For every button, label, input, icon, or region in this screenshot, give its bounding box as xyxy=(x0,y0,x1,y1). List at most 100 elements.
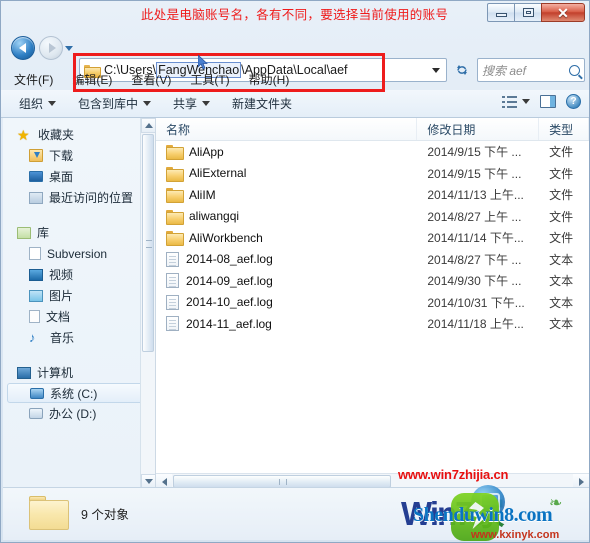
close-button[interactable]: ✕ xyxy=(541,3,585,22)
text-file-icon xyxy=(166,273,179,289)
sidebar-label: 最近访问的位置 xyxy=(49,191,134,205)
scrollbar-thumb[interactable] xyxy=(142,134,154,352)
menu-item-help[interactable]: 帮助(H) xyxy=(246,70,293,89)
video-icon xyxy=(29,268,43,281)
minimize-button[interactable] xyxy=(487,3,515,22)
sidebar-scrollbar[interactable] xyxy=(140,118,155,489)
file-name: AliApp xyxy=(189,144,224,159)
column-header-date[interactable]: 修改日期 xyxy=(417,118,540,140)
folder-icon xyxy=(166,231,184,247)
file-date-cell: 2014/11/14 下午... xyxy=(427,231,524,246)
annotation-text: 此处是电脑账号名，各有不同，要选择当前使用的账号 xyxy=(141,7,449,22)
include-in-library-button[interactable]: 包含到库中 xyxy=(78,95,152,112)
sidebar-header-libraries[interactable]: 库 xyxy=(3,222,155,243)
preview-pane-button[interactable] xyxy=(540,95,556,108)
file-type-cell: 文件 xyxy=(549,166,574,181)
file-name: aliwangqi xyxy=(189,209,240,224)
table-row[interactable]: AliExternal 2014/9/15 下午 ... 文件 xyxy=(156,163,589,185)
organize-label: 组织 xyxy=(19,97,44,111)
sidebar-item-downloads[interactable]: 下载 xyxy=(3,145,155,166)
sidebar-item-pictures[interactable]: 图片 xyxy=(3,285,155,306)
text-file-icon xyxy=(166,316,179,332)
file-type-cell: 文件 xyxy=(549,145,574,160)
forward-arrow-icon xyxy=(48,43,56,53)
table-row[interactable]: AliWorkbench 2014/11/14 下午... 文件 xyxy=(156,227,589,249)
file-date-cell: 2014/8/27 下午 ... xyxy=(427,252,522,267)
column-header-type[interactable]: 类型 xyxy=(539,118,589,140)
table-row[interactable]: AliIM 2014/11/13 上午... 文件 xyxy=(156,184,589,206)
sidebar-item-subversion[interactable]: Subversion xyxy=(3,243,155,264)
watermark-url-top: www.win7zhijia.cn xyxy=(398,467,509,482)
status-folder-icon xyxy=(29,496,69,530)
file-date-cell: 2014/9/15 下午 ... xyxy=(427,145,522,160)
chevron-right-icon xyxy=(578,477,584,486)
file-type-cell: 文件 xyxy=(549,231,574,246)
menu-item-view[interactable]: 查看(V) xyxy=(128,70,174,89)
mouse-cursor-icon xyxy=(198,55,208,70)
sidebar-item-drive-c[interactable]: 系统 (C:) xyxy=(7,383,151,403)
close-icon: ✕ xyxy=(557,4,569,21)
picture-icon xyxy=(29,289,43,302)
menu-item-file[interactable]: 文件(F) xyxy=(11,70,56,89)
file-name-cell: AliWorkbench xyxy=(156,231,417,247)
table-row[interactable]: 2014-10_aef.log 2014/10/31 下午... 文本 xyxy=(156,292,589,314)
file-type-cell: 文本 xyxy=(549,252,574,267)
column-header-row: 名称 修改日期 类型 xyxy=(156,118,589,141)
sidebar-label: 文档 xyxy=(46,310,71,324)
sidebar-item-videos[interactable]: 视频 xyxy=(3,264,155,285)
sidebar-item-recent-places[interactable]: 最近访问的位置 xyxy=(3,187,155,208)
column-header-name[interactable]: 名称 xyxy=(156,118,418,140)
sidebar-label: 系统 (C:) xyxy=(50,386,98,401)
table-row[interactable]: 2014-11_aef.log 2014/11/18 上午... 文本 xyxy=(156,313,589,335)
folder-icon xyxy=(166,188,184,204)
forward-button[interactable] xyxy=(39,36,63,60)
share-button[interactable]: 共享 xyxy=(173,95,211,112)
sidebar-item-drive-d[interactable]: 办公 (D:) xyxy=(3,403,155,424)
file-rows: AliApp 2014/9/15 下午 ... 文件 AliExternal 2… xyxy=(156,141,589,335)
back-button[interactable] xyxy=(11,36,35,60)
file-type-cell: 文本 xyxy=(549,295,574,310)
file-name: AliExternal xyxy=(189,166,247,181)
maximize-button[interactable] xyxy=(514,3,542,22)
content-area: ★ 收藏夹 下载 桌面 最近访问的位置 库 Subversion 视频 图片 文… xyxy=(3,118,589,490)
computer-icon xyxy=(17,366,31,379)
sidebar-item-music[interactable]: ♪ 音乐 xyxy=(3,327,155,348)
file-type-cell: 文件 xyxy=(549,188,574,203)
table-row[interactable]: 2014-08_aef.log 2014/8/27 下午 ... 文本 xyxy=(156,249,589,271)
file-date-cell: 2014/9/15 下午 ... xyxy=(427,166,522,181)
table-row[interactable]: aliwangqi 2014/8/27 上午 ... 文件 xyxy=(156,206,589,228)
menu-item-edit[interactable]: 编辑(E) xyxy=(69,70,115,89)
desktop-icon xyxy=(29,171,43,182)
new-folder-button[interactable]: 新建文件夹 xyxy=(232,95,292,112)
file-date-cell: 2014/11/13 上午... xyxy=(427,188,524,203)
chevron-up-icon xyxy=(144,123,153,128)
sidebar-label: 办公 (D:) xyxy=(49,407,97,421)
folder-icon xyxy=(166,209,184,225)
document-icon xyxy=(29,310,40,323)
sidebar-header-computer[interactable]: 计算机 xyxy=(3,362,155,383)
sidebar-item-documents[interactable]: 文档 xyxy=(3,306,155,327)
hard-drive-icon xyxy=(29,408,43,419)
toolbar-right-group: ? xyxy=(502,94,581,109)
history-dropdown-icon[interactable] xyxy=(65,46,73,51)
file-name-cell: 2014-08_aef.log xyxy=(156,251,417,267)
menu-item-tools[interactable]: 工具(T) xyxy=(187,70,232,89)
back-arrow-icon xyxy=(18,43,26,53)
help-icon[interactable]: ? xyxy=(566,94,581,109)
share-label: 共享 xyxy=(173,97,198,111)
sidebar-label: 图片 xyxy=(49,289,74,303)
nav-group-computer: 计算机 系统 (C:) 办公 (D:) xyxy=(3,362,155,424)
change-view-button[interactable] xyxy=(502,95,530,108)
table-row[interactable]: AliApp 2014/9/15 下午 ... 文件 xyxy=(156,141,589,163)
sidebar-item-desktop[interactable]: 桌面 xyxy=(3,166,155,187)
sidebar-header-favorites[interactable]: ★ 收藏夹 xyxy=(3,124,155,145)
hard-drive-icon xyxy=(30,387,44,399)
navigation-pane: ★ 收藏夹 下载 桌面 最近访问的位置 库 Subversion 视频 图片 文… xyxy=(3,118,155,489)
organize-button[interactable]: 组织 xyxy=(19,95,57,112)
scroll-up-button[interactable] xyxy=(141,118,155,133)
text-file-icon xyxy=(166,251,179,267)
table-row[interactable]: 2014-09_aef.log 2014/9/30 下午 ... 文本 xyxy=(156,270,589,292)
file-name-cell: AliExternal xyxy=(156,166,417,182)
chevron-down-icon xyxy=(48,101,57,106)
sidebar-label: Subversion xyxy=(47,246,108,261)
